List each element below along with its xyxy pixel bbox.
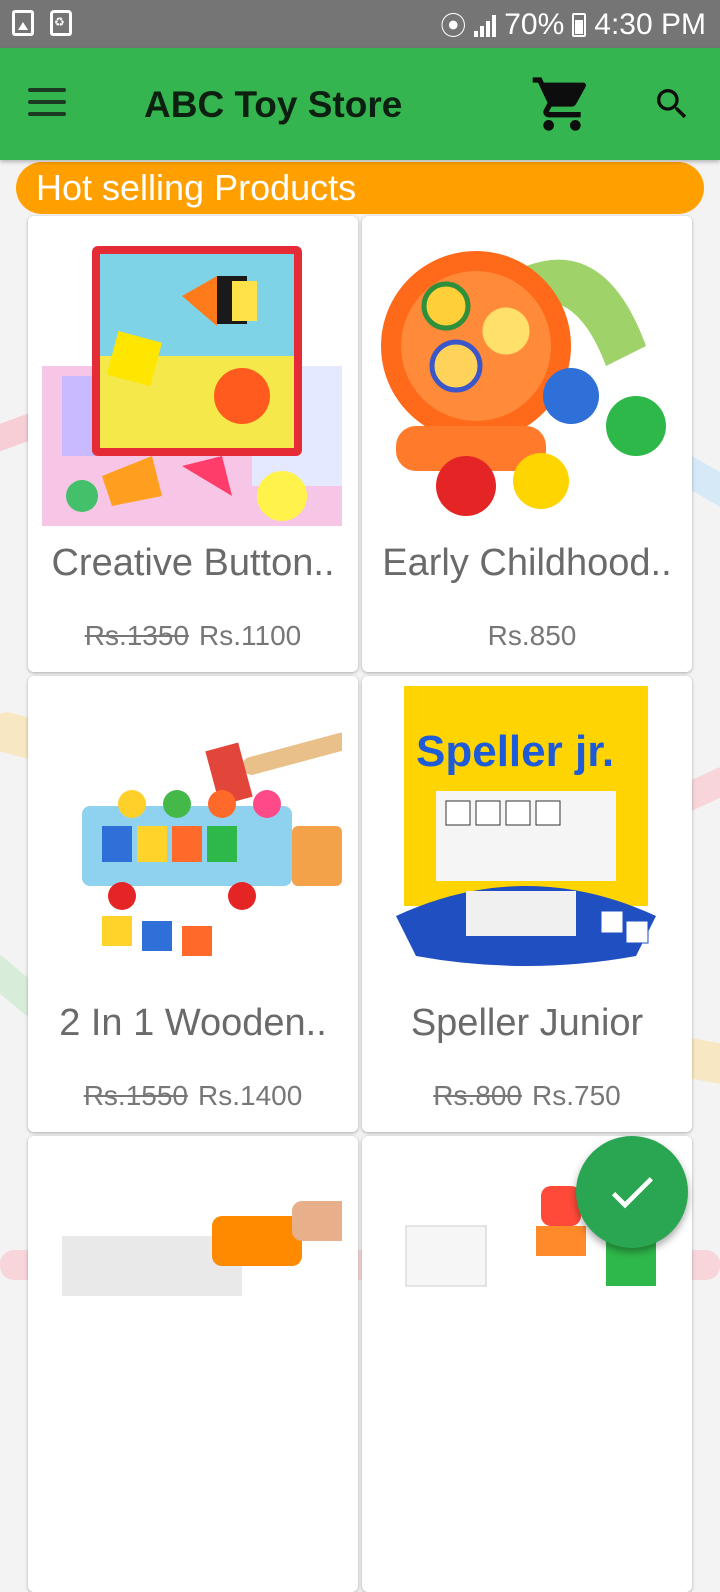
original-price: Rs.1550 [83,1080,188,1111]
sale-price: Rs.850 [487,620,577,651]
sale-price: Rs.1400 [198,1080,303,1111]
image-icon [12,10,34,36]
section-title: Hot selling Products [16,162,704,214]
product-price: Rs.1550 Rs.1400 [28,1080,358,1112]
product-card[interactable]: Speller jr. Speller Junior Rs.800 Rs.750 [362,676,692,1132]
recycle-icon [50,10,72,36]
checkout-fab[interactable] [576,1136,688,1248]
original-price: Rs.800 [433,1080,522,1111]
product-image [42,686,342,986]
product-image [42,1146,342,1446]
original-price: Rs.1350 [84,620,190,651]
menu-icon[interactable] [28,88,68,118]
product-price: Rs.850 [362,620,692,652]
battery-icon [572,12,587,37]
status-bar: ⦿ 70% 4:30 PM [0,0,720,48]
app-title: ABC Toy Store [144,84,403,125]
check-icon [611,1177,653,1209]
product-image [376,226,676,526]
product-image [42,226,342,526]
product-name: 2 In 1 Wooden.. [59,1002,327,1044]
sale-price: Rs.1100 [199,620,302,651]
product-card[interactable]: 2 In 1 Wooden.. Rs.1550 Rs.1400 [28,676,358,1132]
wifi-icon: ⦿ [440,11,467,41]
app-bar: ABC Toy Store [0,48,720,160]
product-price: Rs.1350 Rs.1100 [28,620,358,652]
product-price: Rs.800 Rs.750 [362,1080,692,1112]
battery-level: 70% [504,7,565,41]
clock: 4:30 PM [594,7,706,41]
signal-icon [474,13,497,37]
cart-icon[interactable] [530,72,594,136]
search-icon[interactable] [652,84,692,124]
sale-price: Rs.750 [532,1080,621,1111]
product-image: Speller jr. [376,686,676,986]
product-name: Creative Button.. [51,542,335,584]
product-card[interactable]: Creative Button.. Rs.1350 Rs.1100 [28,216,358,672]
product-card[interactable] [28,1136,358,1592]
svg-text:Speller jr.: Speller jr. [416,727,614,776]
product-card[interactable]: Early Childhood.. Rs.850 [362,216,692,672]
product-name: Speller Junior [410,1002,644,1044]
product-name: Early Childhood.. [382,542,672,584]
